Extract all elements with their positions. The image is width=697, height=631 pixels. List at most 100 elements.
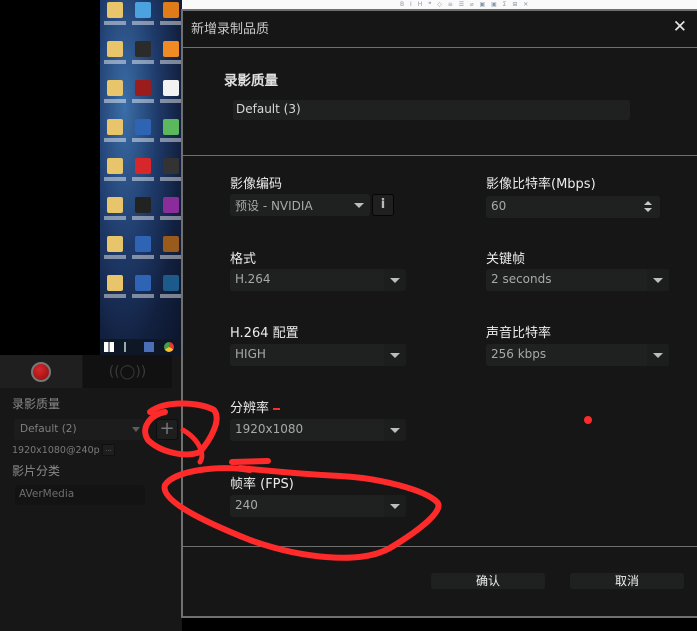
desktop-shortcut-icon[interactable]: [158, 158, 182, 188]
desktop-shortcut-icon[interactable]: [158, 41, 182, 71]
shortcut-glyph: [107, 119, 123, 135]
encoder-label: 影像编码: [230, 177, 283, 192]
resolution-value: 1920x1080: [235, 422, 304, 436]
desktop-shortcut-icon[interactable]: [102, 158, 128, 188]
shortcut-label: [132, 177, 154, 181]
shortcut-label: [104, 138, 126, 142]
add-quality-button[interactable]: +: [156, 419, 178, 440]
chevron-down-icon: [653, 353, 663, 358]
shortcut-glyph: [107, 197, 123, 213]
desktop-shortcut-icon[interactable]: [130, 236, 156, 266]
close-icon[interactable]: ✕: [673, 18, 687, 36]
chevron-down-icon: [390, 278, 400, 283]
video-bitrate-spinner[interactable]: 60: [486, 196, 660, 218]
keyframe-select[interactable]: 2 seconds: [486, 269, 669, 291]
profile-select[interactable]: HIGH: [230, 344, 406, 366]
shortcut-label: [104, 294, 126, 298]
desktop-shortcut-icon[interactable]: [130, 197, 156, 227]
chevron-down-icon: [390, 504, 400, 509]
profile-value: HIGH: [235, 347, 266, 361]
desktop-shortcut-icon[interactable]: [158, 80, 182, 110]
shortcut-glyph: [163, 41, 179, 57]
desktop-shortcut-icon[interactable]: [102, 275, 128, 305]
tab-record[interactable]: [0, 355, 82, 388]
format-label: 格式: [230, 252, 257, 267]
shortcut-label: [160, 21, 182, 25]
shortcut-label: [104, 21, 126, 25]
shortcut-glyph: [135, 158, 151, 174]
desktop-shortcut-icon[interactable]: [130, 158, 156, 188]
task-view-icon[interactable]: [124, 342, 134, 352]
cancel-button[interactable]: 取消: [570, 573, 684, 589]
dialog-title: 新增录制品质: [191, 22, 270, 37]
shortcut-glyph: [163, 197, 179, 213]
divider: [183, 155, 697, 156]
shortcut-label: [132, 216, 154, 220]
chevron-down-icon: [390, 428, 400, 433]
black-background: [0, 0, 100, 355]
video-bitrate-value: 60: [491, 199, 507, 213]
quality-name-input[interactable]: Default (3): [233, 100, 630, 120]
desktop-shortcut-icon[interactable]: [158, 236, 182, 266]
more-options-button[interactable]: ...: [102, 444, 115, 456]
shortcut-label: [160, 177, 182, 181]
desktop-shortcut-icon[interactable]: [130, 275, 156, 305]
desktop-shortcut-icon[interactable]: [102, 2, 128, 32]
spin-down-icon[interactable]: [644, 208, 652, 212]
chevron-down-icon: [132, 427, 140, 432]
desktop-shortcut-icon[interactable]: [130, 41, 156, 71]
bird-app-icon[interactable]: [144, 342, 154, 352]
shortcut-label: [132, 60, 154, 64]
windows-start-icon[interactable]: [104, 342, 114, 352]
shortcut-glyph: [135, 80, 151, 96]
broadcast-icon: ((◯)): [108, 363, 147, 380]
resolution-select[interactable]: 1920x1080: [230, 419, 406, 441]
desktop-shortcut-icon[interactable]: [102, 80, 128, 110]
keyframe-value: 2 seconds: [491, 272, 552, 286]
desktop-shortcut-icon[interactable]: [158, 275, 182, 305]
desktop-shortcut-icon[interactable]: [130, 119, 156, 149]
shortcut-label: [160, 216, 182, 220]
format-select[interactable]: H.264: [230, 269, 406, 291]
quality-label: 录影质量: [12, 397, 61, 411]
chevron-down-icon: [354, 203, 364, 208]
tab-stream[interactable]: ((◯)): [83, 355, 172, 388]
shortcut-glyph: [163, 2, 179, 18]
fps-value: 240: [235, 498, 258, 512]
divider: [183, 47, 697, 48]
encoder-info-button[interactable]: i: [372, 194, 394, 216]
shortcut-glyph: [107, 236, 123, 252]
shortcut-label: [104, 177, 126, 181]
video-bitrate-label: 影像比特率(Mbps): [486, 177, 596, 192]
format-value: H.264: [235, 272, 271, 286]
quality-select[interactable]: Default (2): [14, 419, 144, 440]
desktop-shortcut-icon[interactable]: [158, 2, 182, 32]
quality-select-value: Default (2): [20, 423, 77, 435]
desktop-shortcut-icon[interactable]: [158, 197, 182, 227]
audio-bitrate-select[interactable]: 256 kbps: [486, 344, 669, 366]
shortcut-label: [160, 255, 182, 259]
desktop-shortcut-icon[interactable]: [102, 119, 128, 149]
chevron-down-icon: [390, 353, 400, 358]
desktop-shortcut-icon[interactable]: [102, 41, 128, 71]
desktop-icon-grid: [102, 2, 182, 305]
section-title: 录影质量: [224, 73, 278, 89]
fps-select[interactable]: 240: [230, 495, 406, 517]
desktop-shortcut-icon[interactable]: [130, 80, 156, 110]
spin-up-icon[interactable]: [644, 201, 652, 205]
shortcut-label: [132, 21, 154, 25]
shortcut-glyph: [163, 119, 179, 135]
shortcut-label: [160, 294, 182, 298]
category-input[interactable]: AVerMedia: [15, 485, 145, 505]
encoder-select[interactable]: 预设 - NVIDIA: [230, 194, 370, 216]
desktop-shortcut-icon[interactable]: [102, 197, 128, 227]
shortcut-glyph: [107, 158, 123, 174]
chrome-icon[interactable]: [164, 342, 174, 352]
desktop-shortcut-icon[interactable]: [158, 119, 182, 149]
shortcut-glyph: [107, 80, 123, 96]
desktop-shortcut-icon[interactable]: [102, 236, 128, 266]
shortcut-label: [132, 99, 154, 103]
confirm-button[interactable]: 确认: [431, 573, 545, 589]
keyframe-label: 关键帧: [486, 252, 526, 267]
desktop-shortcut-icon[interactable]: [130, 2, 156, 32]
